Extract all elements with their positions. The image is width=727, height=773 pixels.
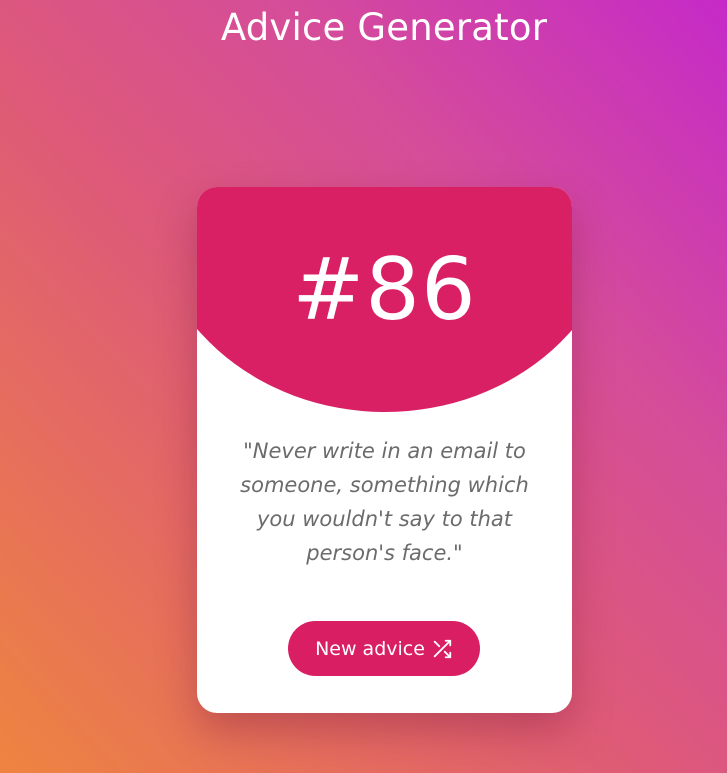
advice-number: #86 <box>292 240 477 340</box>
shuffle-icon <box>431 638 453 660</box>
advice-card: #86 "Never write in an email to someone,… <box>197 187 572 713</box>
new-advice-button[interactable]: New advice <box>288 621 480 676</box>
page-title: Advice Generator <box>220 6 548 49</box>
new-advice-label: New advice <box>315 637 425 660</box>
advice-quote: "Never write in an email to someone, som… <box>240 439 529 565</box>
